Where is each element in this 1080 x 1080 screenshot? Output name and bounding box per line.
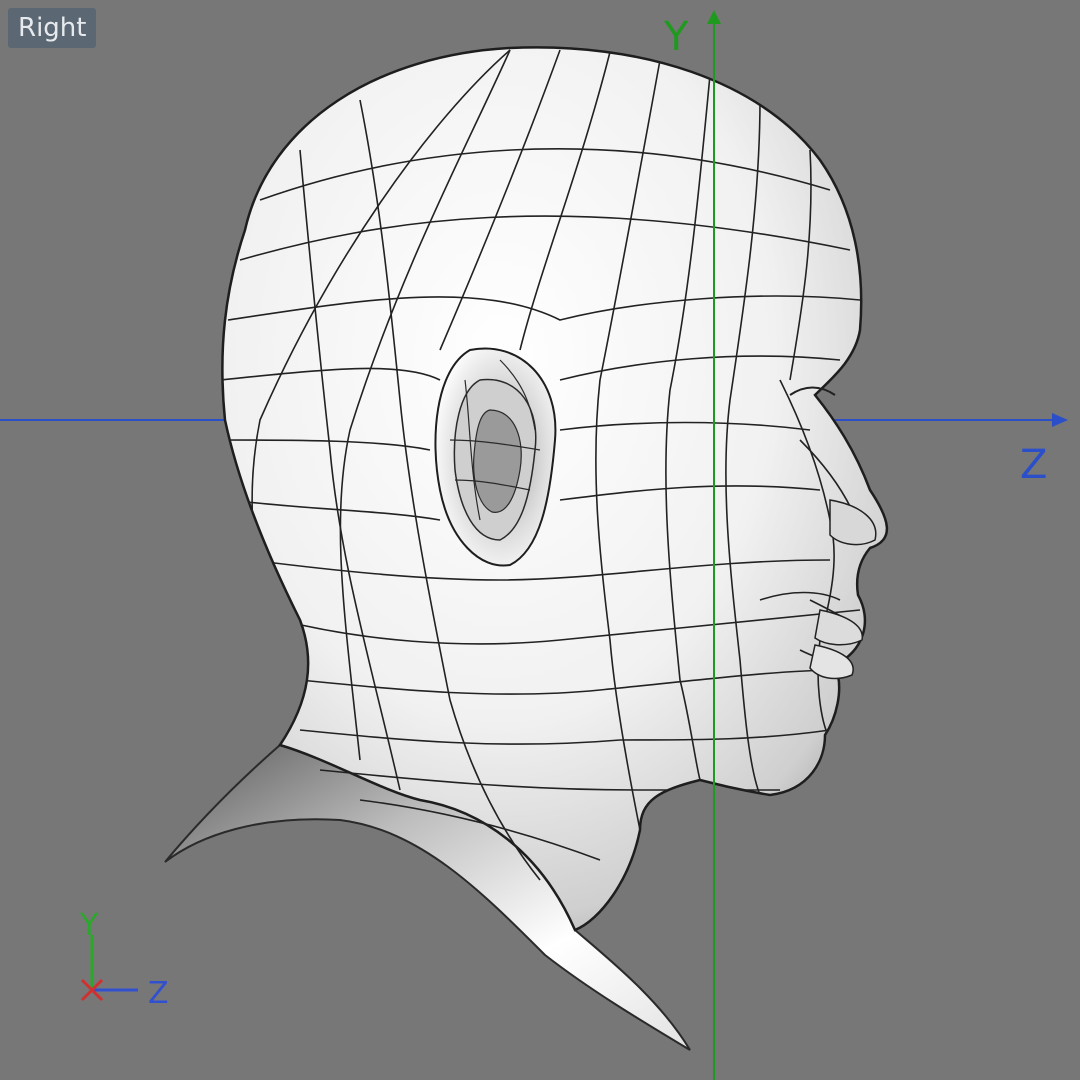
scene-canvas[interactable]: Y Z Y Z	[0, 0, 1080, 1080]
orientation-gizmo: Y Z	[79, 908, 169, 1011]
head-model[interactable]	[164, 46, 889, 1051]
3d-viewport[interactable]: Y Z Y Z Right	[0, 0, 1080, 1080]
gizmo-z-label: Z	[148, 976, 169, 1011]
world-y-axis-label: Y	[663, 14, 689, 60]
world-y-axis-arrow	[707, 10, 721, 24]
world-z-axis-label: Z	[1020, 442, 1047, 488]
gizmo-y-label: Y	[79, 908, 99, 943]
world-z-axis-arrow	[1052, 413, 1068, 427]
view-name-label[interactable]: Right	[8, 8, 97, 48]
